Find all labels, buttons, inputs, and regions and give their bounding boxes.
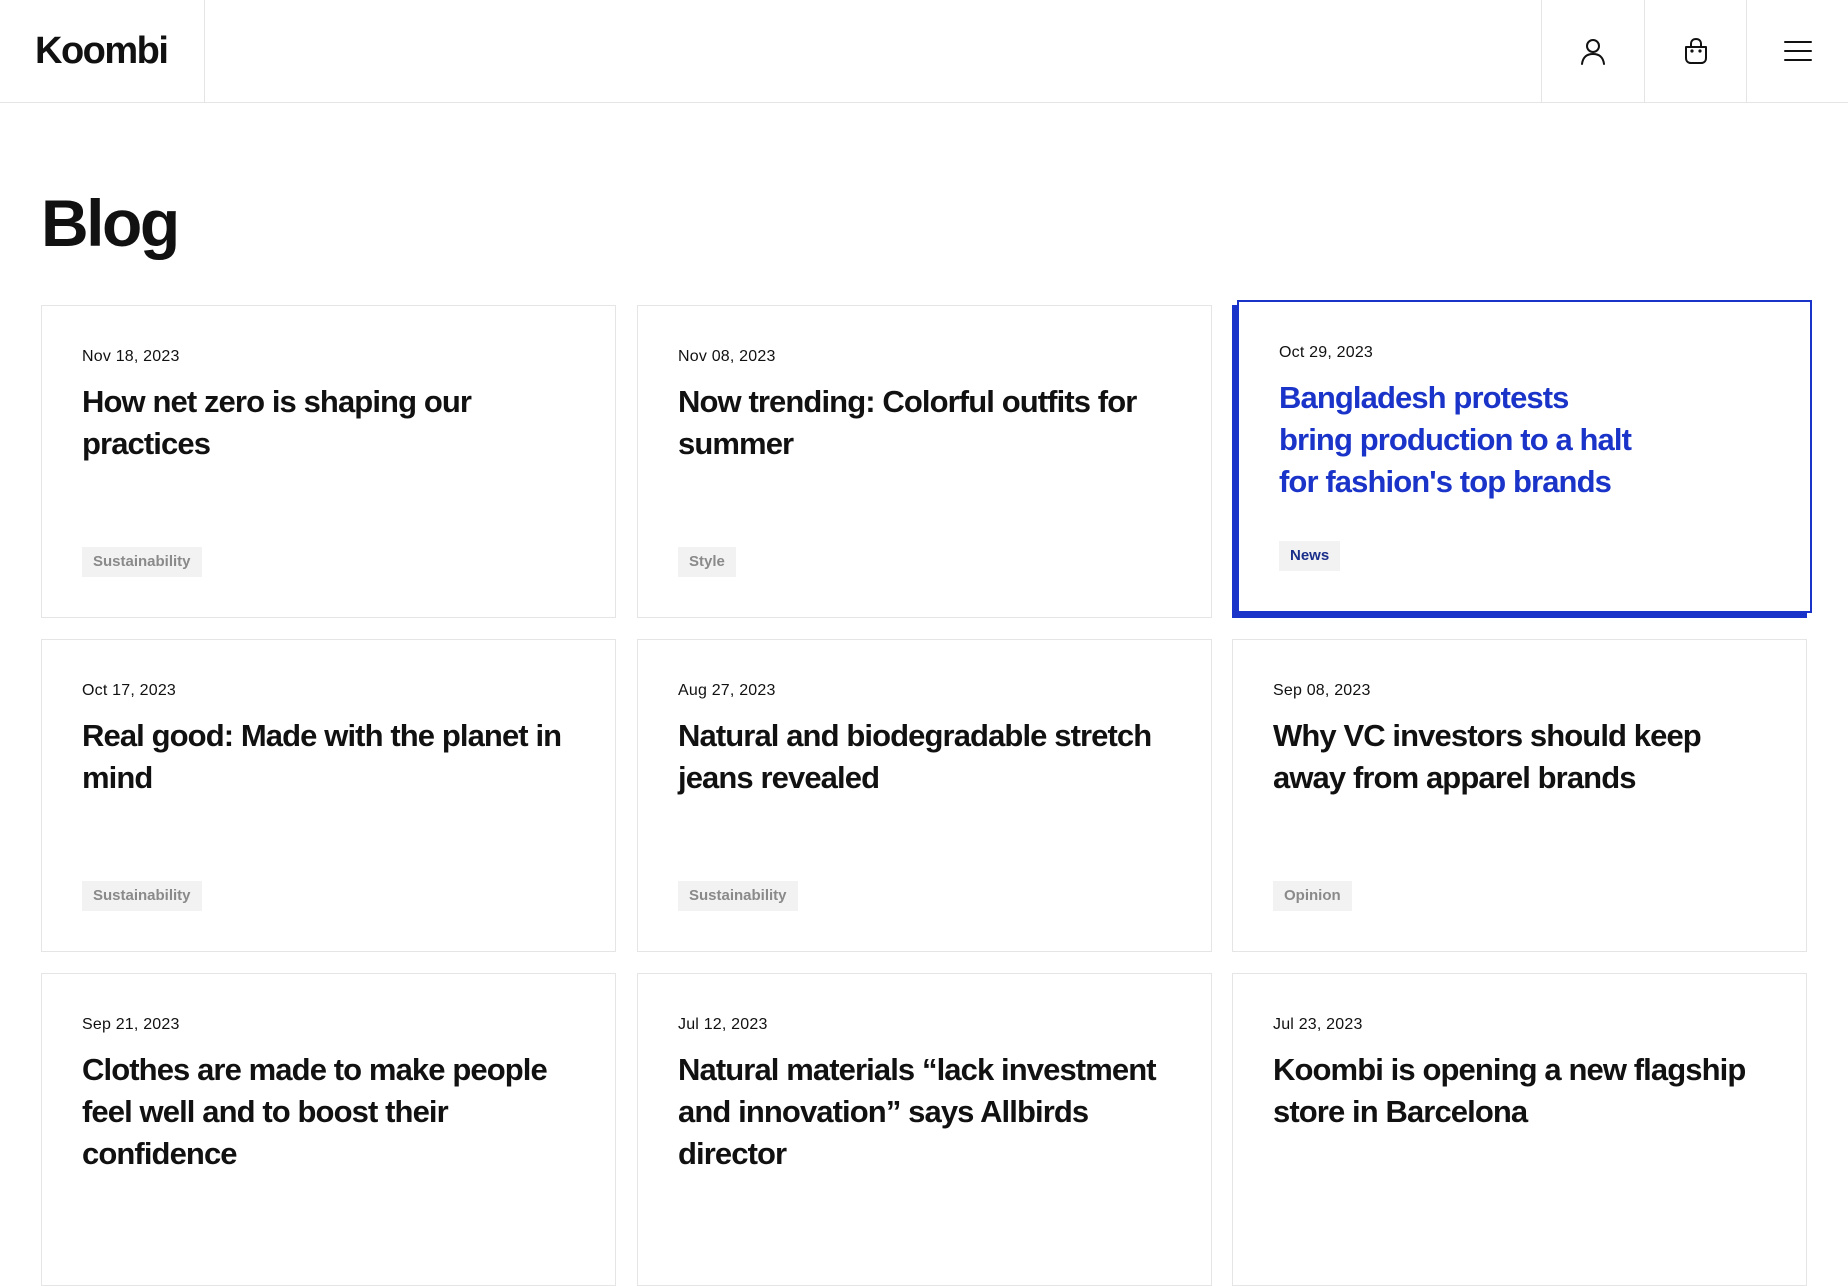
card-title[interactable]: Real good: Made with the planet in mind (82, 715, 562, 799)
page-title: Blog (41, 186, 180, 260)
shopping-bag-icon (1685, 38, 1707, 64)
card-date: Nov 18, 2023 (82, 348, 180, 365)
category-tag[interactable]: Sustainability (82, 547, 202, 577)
category-tag[interactable]: Sustainability (82, 881, 202, 911)
blog-card-4[interactable]: Oct 17, 2023 Real good: Made with the pl… (41, 639, 616, 952)
blog-card-5[interactable]: Aug 27, 2023 Natural and biodegradable s… (637, 639, 1212, 952)
blog-card-3-hovered[interactable]: Oct 29, 2023 Bangladesh protests bring p… (1237, 300, 1812, 613)
card-date: Jul 12, 2023 (678, 1016, 768, 1033)
blog-card-9[interactable]: Jul 23, 2023 Koombi is opening a new fla… (1232, 973, 1807, 1286)
blog-card-7[interactable]: Sep 21, 2023 Clothes are made to make pe… (41, 973, 616, 1286)
category-tag[interactable]: Opinion (1273, 881, 1352, 911)
card-title[interactable]: Bangladesh protests bring production to … (1279, 377, 1639, 503)
card-title[interactable]: Natural and biodegradable stretch jeans … (678, 715, 1158, 799)
logo[interactable]: Koombi (35, 30, 169, 73)
category-tag[interactable]: Style (678, 547, 736, 577)
logo-container[interactable]: Koombi (0, 0, 205, 102)
card-title[interactable]: How net zero is shaping our practices (82, 381, 562, 465)
category-tag[interactable]: Sustainability (678, 881, 798, 911)
cart-button[interactable] (1644, 0, 1747, 102)
site-header: Koombi (0, 0, 1848, 103)
card-title[interactable]: Why VC investors should keep away from a… (1273, 715, 1753, 799)
card-title[interactable]: Clothes are made to make people feel wel… (82, 1049, 562, 1175)
card-date: Sep 08, 2023 (1273, 682, 1371, 699)
blog-card-2[interactable]: Nov 08, 2023 Now trending: Colorful outf… (637, 305, 1212, 618)
blog-card-6[interactable]: Sep 08, 2023 Why VC investors should kee… (1232, 639, 1807, 952)
user-icon (1581, 39, 1605, 65)
card-date: Nov 08, 2023 (678, 348, 776, 365)
card-title[interactable]: Natural materials “lack investment and i… (678, 1049, 1158, 1175)
card-date: Jul 23, 2023 (1273, 1016, 1363, 1033)
card-date: Sep 21, 2023 (82, 1016, 180, 1033)
menu-icon (1784, 41, 1812, 61)
card-date: Oct 17, 2023 (82, 682, 177, 699)
blog-card-1[interactable]: Nov 18, 2023 How net zero is shaping our… (41, 305, 616, 618)
account-button[interactable] (1541, 0, 1644, 102)
category-tag[interactable]: News (1279, 541, 1341, 571)
blog-card-8[interactable]: Jul 12, 2023 Natural materials “lack inv… (637, 973, 1212, 1286)
card-date: Oct 29, 2023 (1279, 344, 1374, 361)
card-date: Aug 27, 2023 (678, 682, 776, 699)
card-title[interactable]: Now trending: Colorful outfits for summe… (678, 381, 1158, 465)
menu-button[interactable] (1746, 0, 1848, 102)
card-title[interactable]: Koombi is opening a new flagship store i… (1273, 1049, 1753, 1133)
